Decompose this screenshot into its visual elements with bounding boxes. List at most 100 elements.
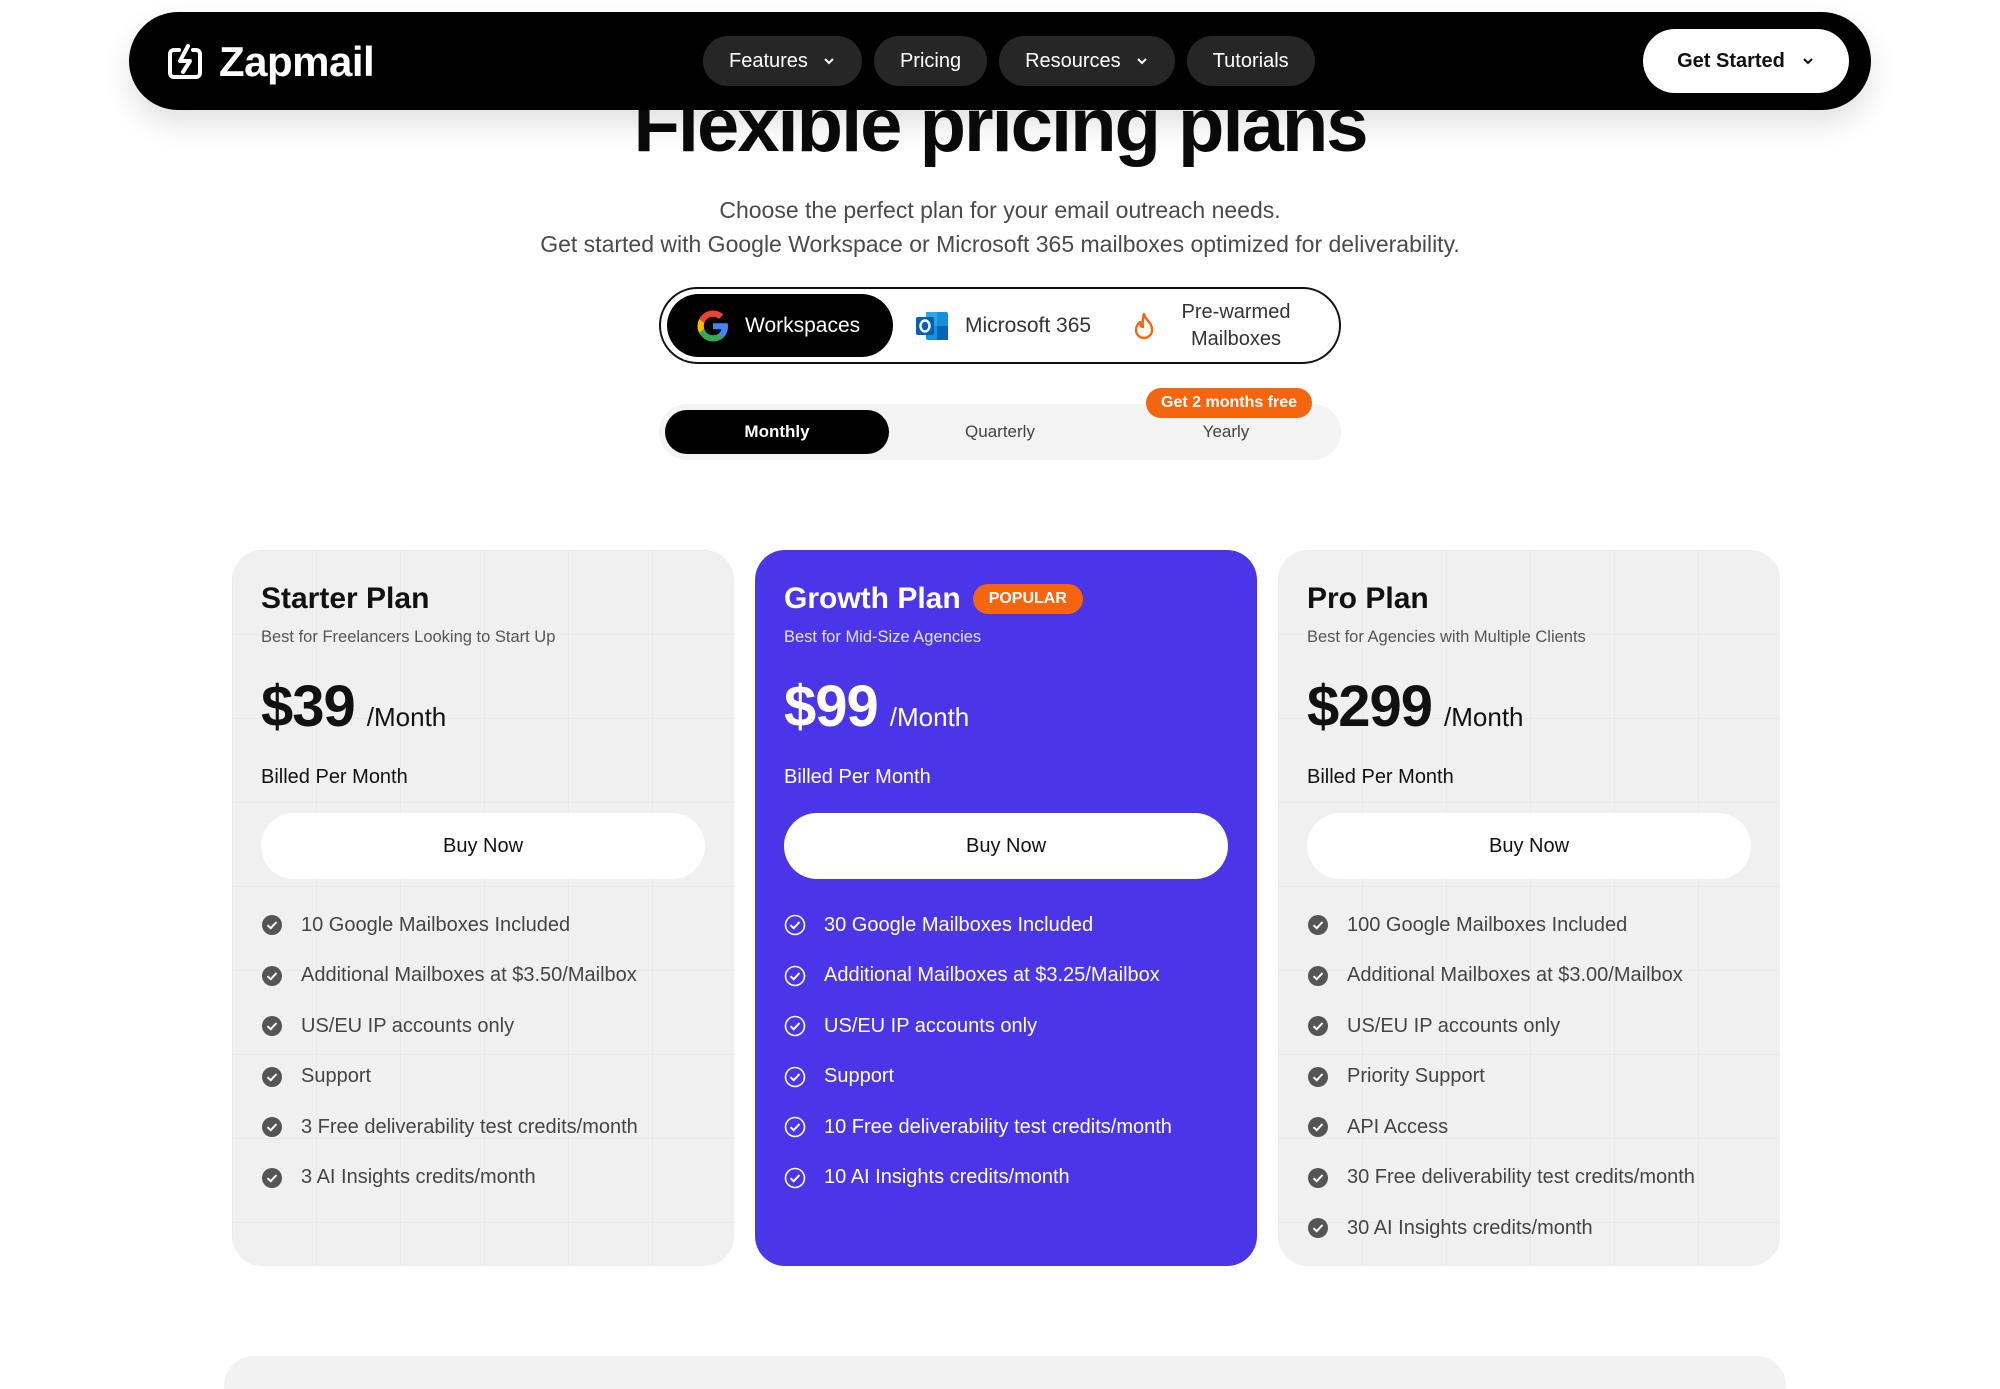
billing-note: Billed Per Month — [261, 766, 408, 788]
feature-item: 10 Free deliverability test credits/mont… — [784, 1102, 1228, 1153]
nav-features-label: Features — [729, 49, 808, 72]
check-circle-icon — [1308, 1117, 1328, 1138]
next-section-panel — [224, 1356, 1786, 1389]
check-circle-icon — [262, 1167, 282, 1188]
chevron-down-icon — [1803, 58, 1813, 65]
feature-item: 30 Google Mailboxes Included — [784, 900, 1228, 951]
plan-name: Growth Plan — [784, 582, 961, 615]
chevron-down-icon — [824, 58, 834, 65]
check-circle-icon — [784, 1015, 806, 1037]
provider-prewarmed-label: Pre-warmed Mailboxes — [1171, 299, 1301, 353]
feature-item: 100 Google Mailboxes Included — [1307, 900, 1751, 951]
billing-monthly[interactable]: Monthly — [665, 410, 889, 454]
feature-text: 10 Google Mailboxes Included — [301, 913, 571, 936]
plan-name: Pro Plan — [1307, 582, 1429, 615]
provider-prewarmed[interactable]: Pre-warmed Mailboxes — [1131, 294, 1301, 357]
feature-text: 30 Google Mailboxes Included — [824, 913, 1094, 936]
yearly-discount-badge: Get 2 months free — [1146, 388, 1313, 418]
brand-logo[interactable]: Zapmail — [165, 38, 375, 86]
feature-text: US/EU IP accounts only — [824, 1014, 1038, 1037]
billing-quarterly[interactable]: Quarterly — [888, 410, 1112, 454]
provider-toggle: Workspaces Microsoft 365 Pre-warmed Mail… — [659, 287, 1341, 364]
feature-item: 30 AI Insights credits/month — [1307, 1203, 1751, 1254]
check-circle-icon — [784, 1167, 806, 1189]
provider-prewarmed-label-line1: Pre-warmed — [1181, 300, 1291, 323]
check-circle-icon — [784, 914, 806, 936]
check-circle-icon — [262, 1016, 282, 1037]
feature-text: 3 AI Insights credits/month — [301, 1166, 536, 1189]
hero-subtitle-line2: Get started with Google Workspace or Mic… — [540, 231, 1460, 257]
nav-tutorials[interactable]: Tutorials — [1186, 36, 1315, 86]
feature-item: US/EU IP accounts only — [261, 1001, 705, 1052]
billing-note: Billed Per Month — [1307, 766, 1454, 788]
feature-list: 30 Google Mailboxes Included Additional … — [784, 900, 1228, 1203]
hero-subtitle-line1: Choose the perfect plan for your email o… — [719, 197, 1281, 223]
plan-price: $299 — [1307, 674, 1433, 739]
plan-card-growth: Growth Plan POPULAR Best for Mid-Size Ag… — [755, 550, 1257, 1266]
feature-item: API Access — [1307, 1102, 1751, 1153]
check-circle-icon — [1308, 1167, 1328, 1188]
billing-note: Billed Per Month — [784, 766, 931, 788]
feature-item: Additional Mailboxes at $3.50/Mailbox — [261, 951, 705, 1002]
feature-text: Support — [301, 1065, 372, 1088]
feature-item: Support — [261, 1052, 705, 1103]
check-circle-icon — [262, 1117, 282, 1138]
provider-workspaces-label: Workspaces — [745, 313, 861, 337]
plan-card-pro: Pro Plan Best for Agencies with Multiple… — [1278, 550, 1780, 1266]
nav-pricing[interactable]: Pricing — [873, 36, 988, 86]
feature-item: Additional Mailboxes at $3.25/Mailbox — [784, 951, 1228, 1002]
buy-now-button[interactable]: Buy Now — [261, 813, 705, 879]
hero-subtitle: Choose the perfect plan for your email o… — [0, 193, 2000, 261]
feature-text: US/EU IP accounts only — [1347, 1014, 1561, 1037]
feature-item: 30 Free deliverability test credits/mont… — [1307, 1153, 1751, 1204]
feature-text: Support — [824, 1065, 895, 1088]
feature-text: Additional Mailboxes at $3.00/Mailbox — [1347, 964, 1683, 987]
plan-price: $39 — [261, 674, 356, 739]
feature-item: Additional Mailboxes at $3.00/Mailbox — [1307, 951, 1751, 1002]
provider-microsoft365[interactable]: Microsoft 365 — [913, 294, 1091, 357]
feature-text: 3 Free deliverability test credits/month — [301, 1115, 638, 1138]
plan-description: Best for Agencies with Multiple Clients — [1307, 628, 1586, 646]
plan-header: Pro Plan — [1307, 580, 1751, 618]
plan-card-starter: Starter Plan Best for Freelancers Lookin… — [232, 550, 734, 1266]
get-started-button[interactable]: Get Started — [1643, 29, 1849, 93]
price-period: /Month — [889, 702, 970, 732]
check-circle-icon — [784, 1066, 806, 1088]
plan-header: Growth Plan POPULAR — [784, 580, 1228, 618]
check-circle-icon — [262, 915, 282, 936]
price-row: $99 /Month — [784, 673, 1228, 740]
price-period: /Month — [1444, 702, 1524, 732]
feature-list: 10 Google Mailboxes Included Additional … — [261, 900, 705, 1203]
nav-features[interactable]: Features — [703, 36, 862, 86]
check-circle-icon — [1308, 1066, 1328, 1087]
nav-resources[interactable]: Resources — [999, 36, 1175, 86]
price-row: $39 /Month — [261, 673, 705, 740]
feature-text: Additional Mailboxes at $3.50/Mailbox — [301, 964, 637, 987]
feature-item: Priority Support — [1307, 1052, 1751, 1103]
buy-now-button[interactable]: Buy Now — [784, 813, 1228, 879]
plan-header: Starter Plan — [261, 580, 705, 618]
check-circle-icon — [1308, 915, 1328, 936]
provider-workspaces[interactable]: Workspaces — [667, 294, 893, 357]
billing-period-toggle: Monthly Quarterly Yearly Get 2 months fr… — [659, 388, 1341, 460]
feature-item: US/EU IP accounts only — [1307, 1001, 1751, 1052]
flame-icon — [1134, 312, 1154, 339]
check-circle-icon — [1308, 1016, 1328, 1037]
plan-description: Best for Mid-Size Agencies — [784, 628, 982, 646]
check-circle-icon — [1308, 965, 1328, 986]
plan-name: Starter Plan — [261, 582, 430, 615]
feature-item: Support — [784, 1052, 1228, 1103]
check-circle-icon — [262, 965, 282, 986]
chevron-down-icon — [1136, 58, 1147, 65]
feature-text: 10 Free deliverability test credits/mont… — [824, 1115, 1172, 1138]
brand-name: Zapmail — [219, 38, 375, 85]
buy-now-button[interactable]: Buy Now — [1307, 813, 1751, 879]
feature-text: 100 Google Mailboxes Included — [1347, 913, 1628, 936]
google-icon — [697, 310, 728, 341]
nav-resources-label: Resources — [1025, 49, 1121, 72]
feature-text: 30 AI Insights credits/month — [1347, 1216, 1593, 1239]
feature-item: 3 Free deliverability test credits/month — [261, 1102, 705, 1153]
check-circle-icon — [262, 1066, 282, 1087]
check-circle-icon — [784, 965, 806, 987]
plan-price: $99 — [784, 674, 879, 739]
